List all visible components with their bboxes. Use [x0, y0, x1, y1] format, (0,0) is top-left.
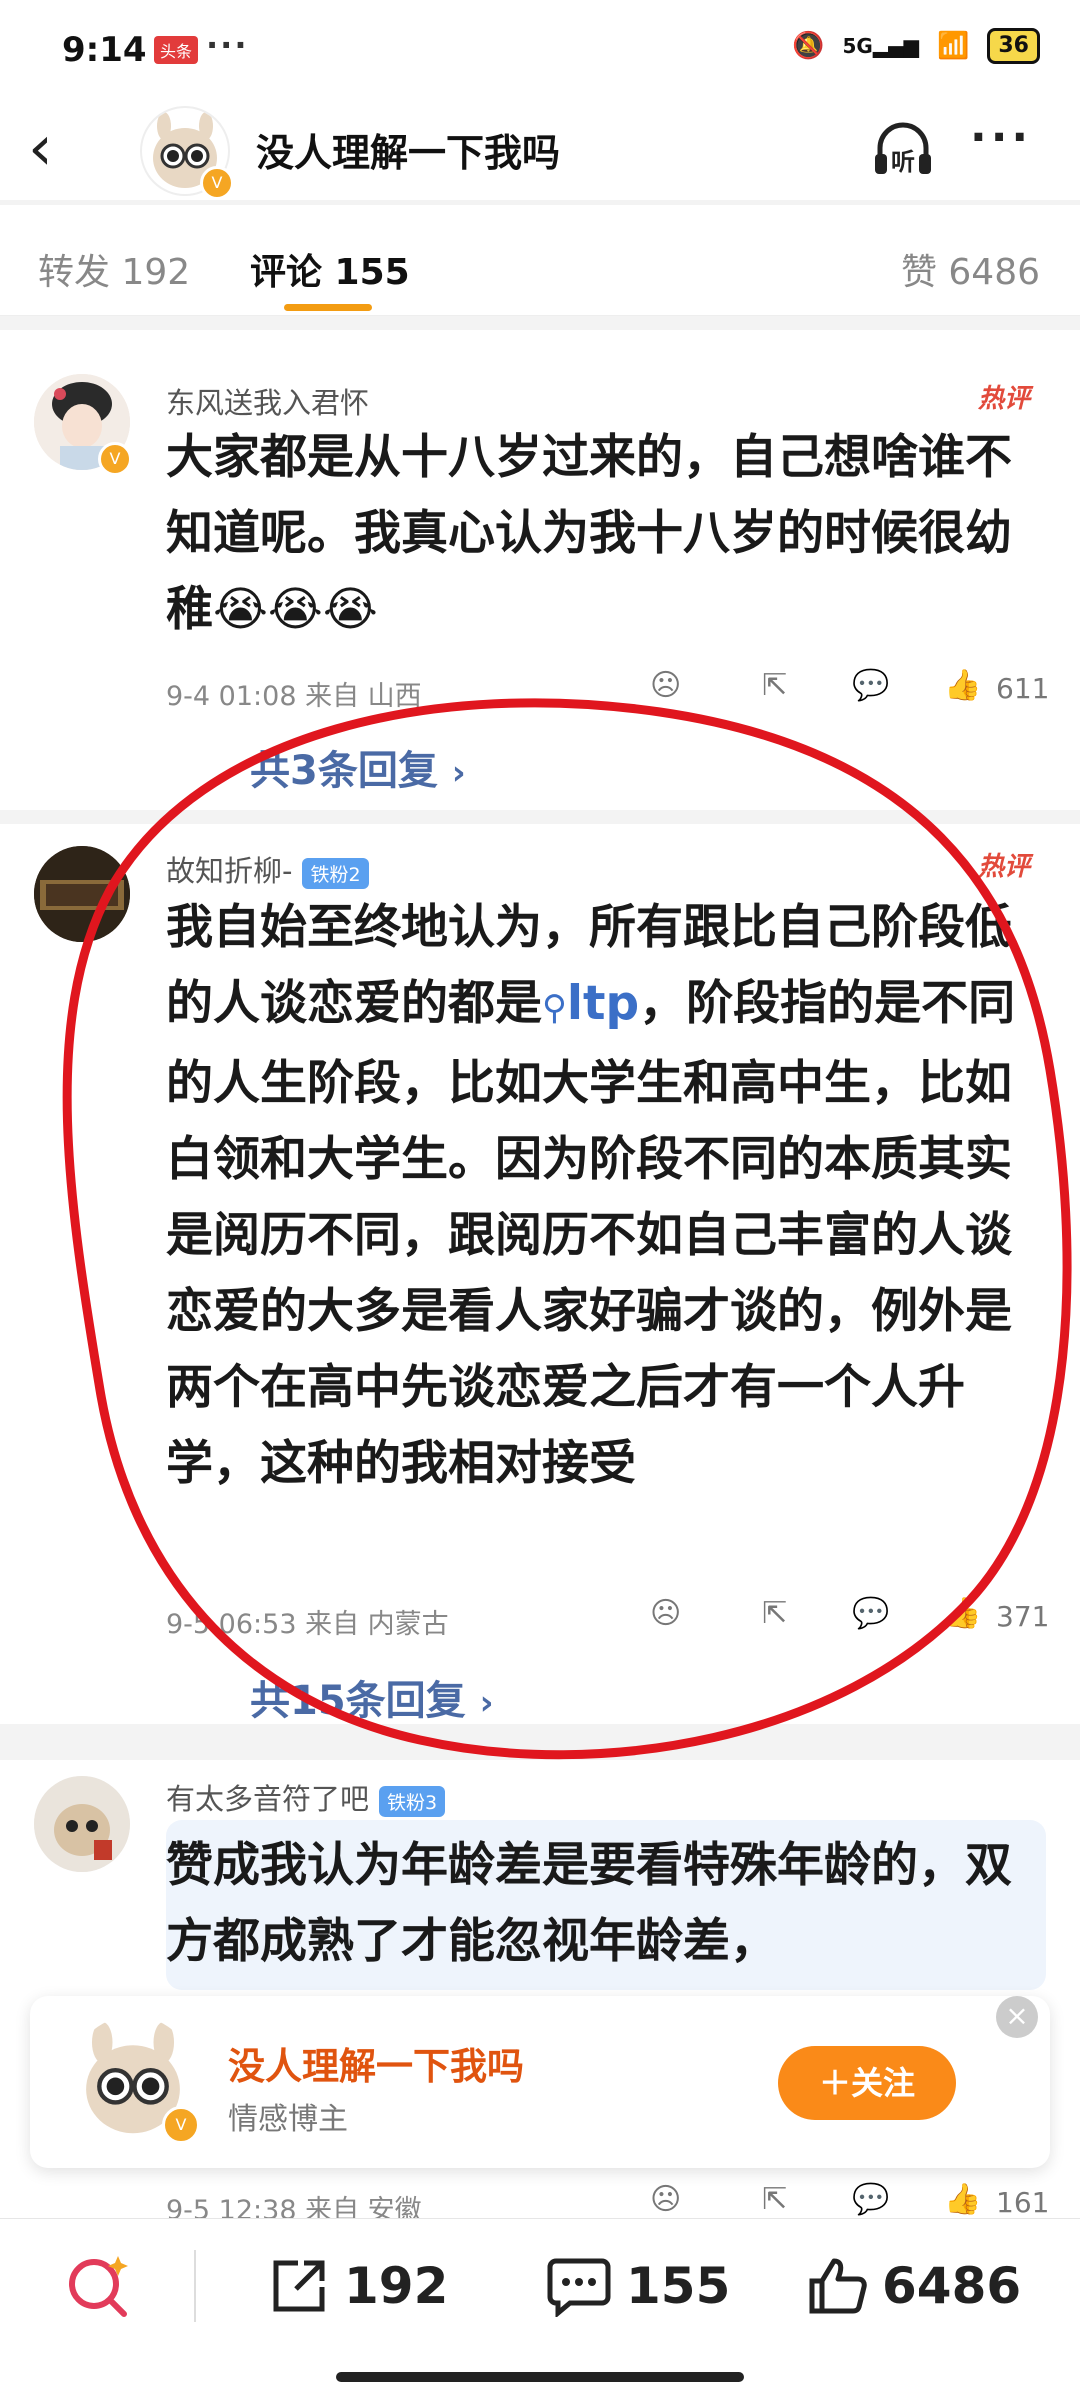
verified-badge-icon: V — [98, 442, 132, 476]
back-chevron-icon[interactable]: ‹ — [28, 117, 53, 179]
repost-count: 192 — [344, 2257, 449, 2315]
like-thumb-icon[interactable]: 👍 — [944, 2182, 981, 2217]
home-indicator[interactable] — [336, 2372, 744, 2382]
share-icon — [273, 2260, 325, 2312]
listen-label: 听 — [891, 148, 915, 176]
comment-text: 赞成我认为年龄差是要看特殊年龄的，双方都成熟了才能忽视年龄差， — [166, 1838, 1012, 1969]
close-icon[interactable]: × — [996, 1996, 1038, 2038]
share-icon[interactable]: ⇱ — [762, 2182, 787, 2217]
comment-count: 155 — [626, 2257, 731, 2315]
comment-bubble-icon — [547, 2258, 611, 2317]
follow-card-subtitle: 情感博主 — [228, 2102, 348, 2137]
app-notification-badge: 头条 — [154, 36, 199, 64]
tab-comments[interactable]: 评论 155 — [250, 243, 410, 295]
repost-button[interactable]: 192 — [268, 2255, 448, 2317]
dislike-face-icon[interactable]: ☹ — [650, 2182, 681, 2217]
divider — [194, 2250, 196, 2322]
status-more-icon: ··· — [206, 26, 249, 64]
comment-text: 大家都是从十八岁过来的，自己想啥谁不知道呢。我真心认为我十八岁的时候很幼稚😭😭😭 — [166, 430, 1012, 637]
tab-likes[interactable]: 赞 6486 — [901, 243, 1040, 295]
like-button[interactable]: 6486 — [806, 2255, 1021, 2317]
search-icon — [69, 2256, 128, 2317]
ai-search-icon[interactable] — [62, 2250, 134, 2322]
signal-icon: 5G▂▄▆ — [842, 34, 920, 58]
mute-bell-icon: 🔕 — [792, 31, 825, 61]
page-title: 没人理解一下我吗 — [256, 131, 561, 175]
red-annotation-circle — [62, 698, 1072, 1760]
tab-reposts[interactable]: 转发 192 — [38, 243, 190, 295]
commenter-avatar[interactable] — [34, 1776, 130, 1872]
follow-button[interactable]: ＋关注 — [778, 2046, 956, 2120]
battery-icon: 36 — [987, 28, 1040, 64]
comment-button[interactable]: 155 — [546, 2255, 730, 2317]
hot-comment-badge: 热评 — [978, 384, 1031, 414]
like-count: 6486 — [882, 2257, 1022, 2315]
fan-badge: 铁粉3 — [379, 1785, 446, 1817]
listen-headphone-icon[interactable]: 听 — [870, 118, 936, 180]
active-tab-indicator — [284, 304, 372, 311]
wifi-icon: 📶 — [937, 31, 970, 61]
cat-music-avatar-icon — [34, 1776, 130, 1872]
like-thumb-icon — [809, 2258, 867, 2314]
commenter-name[interactable]: 东风送我入君怀 — [166, 380, 369, 422]
status-icons: 🔕 5G▂▄▆ 📶 36 — [792, 28, 1040, 64]
more-menu-icon[interactable]: ··· — [970, 112, 1032, 163]
verified-badge-icon: V — [162, 2106, 200, 2144]
commenter-name[interactable]: 有太多音符了吧 铁粉3 — [166, 1776, 446, 1818]
headphone-icon: 听 — [875, 122, 931, 176]
follow-card-name[interactable]: 没人理解一下我吗 — [228, 2036, 524, 2090]
verified-badge-icon: V — [200, 166, 234, 200]
like-count: 161 — [996, 2186, 1050, 2219]
status-time: 9:14 — [62, 30, 147, 70]
reply-bubble-icon[interactable]: 💬 — [852, 2182, 889, 2217]
